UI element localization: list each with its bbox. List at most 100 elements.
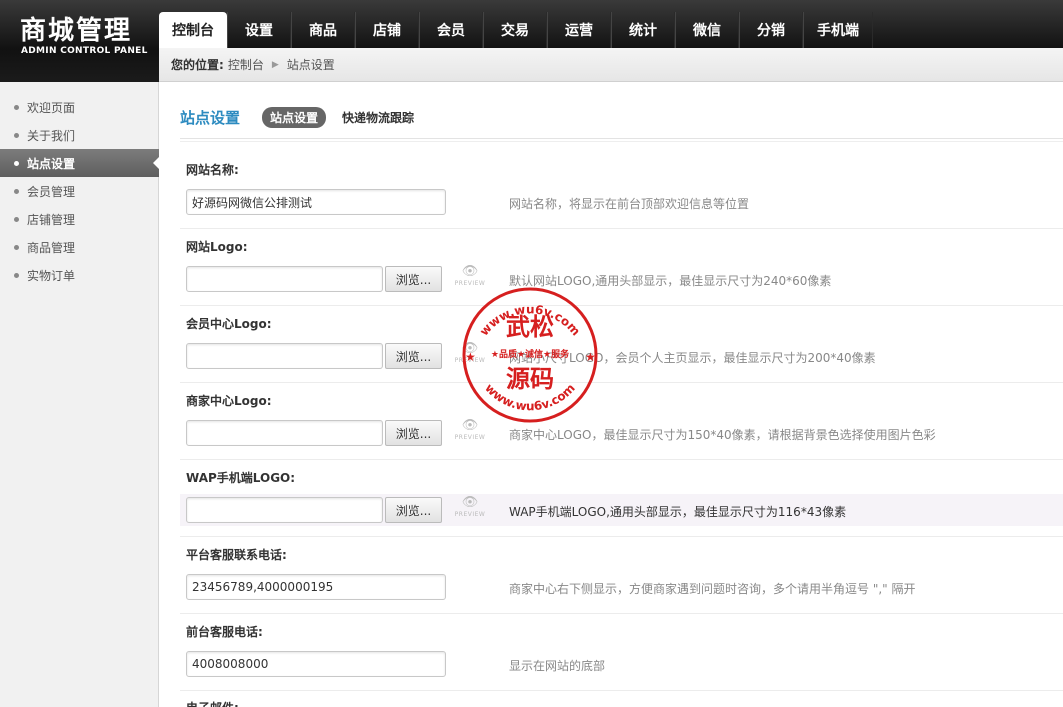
site-logo-file-input[interactable] [186, 266, 383, 292]
eye-icon: 👁 [461, 264, 479, 279]
eye-icon: 👁 [461, 495, 479, 510]
field-platform-phone: 平台客服联系电话: 商家中心右下侧显示，方便商家遇到问题时咨询，多个请用半角逗号… [180, 537, 1063, 614]
active-arrow-icon [153, 156, 160, 170]
field-hint: 网站名称，将显示在前台顶部欢迎信息等位置 [509, 197, 750, 211]
field-member-logo: 会员中心Logo: 浏览... 👁 PREVIEW 网站小尺寸LOGO，会员个人… [180, 306, 1063, 383]
field-wap-logo: WAP手机端LOGO: 浏览... 👁 PREVIEW WAP手机端LOGO,通… [180, 460, 1063, 537]
field-row: 商家中心右下侧显示，方便商家遇到问题时咨询，多个请用半角逗号 "," 隔开 [180, 571, 1063, 603]
nav-tab-trade[interactable]: 交易 [483, 12, 547, 48]
browse-button[interactable]: 浏览... [385, 266, 442, 292]
field-row: 浏览... 👁 PREVIEW WAP手机端LOGO,通用头部显示，最佳显示尺寸… [180, 494, 1063, 526]
nav-tab-wechat[interactable]: 微信 [675, 12, 739, 48]
field-hint: 默认网站LOGO,通用头部显示，最佳显示尺寸为240*60像素 [509, 274, 832, 288]
bullet-icon [14, 104, 19, 110]
preview-label: PREVIEW [454, 434, 486, 441]
sidebar-item-label: 店铺管理 [27, 212, 76, 227]
breadcrumb-item-site-settings: 站点设置 [286, 58, 335, 72]
field-label-email: 电子邮件: [186, 699, 239, 707]
field-seller-logo: 商家中心Logo: 浏览... 👁 PREVIEW 商家中心LOGO，最佳显示尺… [180, 383, 1063, 460]
breadcrumb-label: 您的位置: [171, 58, 224, 72]
nav-tab-distribution[interactable]: 分销 [739, 12, 803, 48]
nav-tab-members[interactable]: 会员 [419, 12, 483, 48]
field-hint: 商家中心右下侧显示，方便商家遇到问题时咨询，多个请用半角逗号 "," 隔开 [509, 582, 916, 596]
field-row: 浏览... 👁 PREVIEW 商家中心LOGO，最佳显示尺寸为150*40像素… [180, 417, 1063, 449]
tab-express-tracking[interactable]: 快递物流跟踪 [334, 107, 422, 128]
sidebar-item-welcome[interactable]: 欢迎页面 [0, 93, 159, 121]
logo-subtitle: ADMIN CONTROL PANEL [21, 46, 148, 56]
bullet-icon [14, 188, 19, 194]
field-row: 网站名称，将显示在前台顶部欢迎信息等位置 [180, 186, 1063, 218]
site-name-input[interactable] [186, 189, 446, 215]
browse-button[interactable]: 浏览... [385, 420, 442, 446]
sidebar-item-physical-orders[interactable]: 实物订单 [0, 261, 159, 289]
sidebar-item-label: 商品管理 [27, 240, 76, 255]
field-label: 会员中心Logo: [186, 317, 272, 331]
nav-tab-mobile[interactable]: 手机端 [803, 12, 873, 48]
field-label: 平台客服联系电话: [186, 548, 287, 562]
field-row: 浏览... 👁 PREVIEW 网站小尺寸LOGO，会员个人主页显示，最佳显示尺… [180, 340, 1063, 372]
page-title: 站点设置 [180, 108, 241, 127]
main-content: 站点设置 站点设置 快递物流跟踪 网站名称: 网站名称，将显示在前台顶部欢迎信息… [160, 82, 1063, 707]
member-logo-file-input[interactable] [186, 343, 383, 369]
sidebar: 欢迎页面 关于我们 站点设置 会员管理 店铺管理 商品管理 实物订单 [0, 82, 160, 707]
nav-tab-stores[interactable]: 店铺 [355, 12, 419, 48]
breadcrumb: 您的位置: 控制台 ▶ 站点设置 [159, 48, 1063, 82]
bullet-icon [14, 132, 19, 138]
logo: 商城管理 ADMIN CONTROL PANEL [0, 0, 158, 82]
bullet-icon [14, 244, 19, 250]
sidebar-item-stores[interactable]: 店铺管理 [0, 205, 159, 233]
field-label: WAP手机端LOGO: [186, 471, 296, 485]
preview-icon[interactable]: 👁 PREVIEW [454, 418, 486, 445]
nav-tab-operations[interactable]: 运营 [547, 12, 611, 48]
field-hint: WAP手机端LOGO,通用头部显示，最佳显示尺寸为116*43像素 [509, 505, 847, 519]
sidebar-item-site-settings[interactable]: 站点设置 [0, 149, 160, 177]
sidebar-item-label: 站点设置 [27, 156, 76, 171]
bullet-icon [14, 216, 19, 222]
sidebar-item-label: 实物订单 [27, 268, 76, 283]
preview-icon[interactable]: 👁 PREVIEW [454, 495, 486, 522]
field-site-logo: 网站Logo: 浏览... 👁 PREVIEW 默认网站LOGO,通用头部显示，… [180, 229, 1063, 306]
main-nav: 控制台 设置 商品 店铺 会员 交易 运营 统计 微信 分销 手机端 [159, 12, 873, 48]
frontend-phone-input[interactable] [186, 651, 446, 677]
sidebar-item-label: 关于我们 [27, 128, 76, 143]
preview-icon[interactable]: 👁 PREVIEW [455, 264, 485, 291]
wap-logo-file-input[interactable] [186, 497, 383, 523]
sidebar-item-goods[interactable]: 商品管理 [0, 233, 159, 261]
field-label: 前台客服电话: [186, 625, 263, 639]
browse-button[interactable]: 浏览... [385, 497, 442, 523]
field-site-name: 网站名称: 网站名称，将显示在前台顶部欢迎信息等位置 [180, 152, 1063, 229]
sidebar-item-label: 会员管理 [27, 184, 76, 199]
field-row: 显示在网站的底部 [180, 648, 1063, 680]
eye-icon: 👁 [461, 341, 479, 356]
sidebar-item-about[interactable]: 关于我们 [0, 121, 159, 149]
eye-icon: 👁 [461, 418, 479, 433]
bullet-icon [14, 160, 19, 166]
tab-site-settings[interactable]: 站点设置 [262, 106, 327, 128]
nav-tab-goods[interactable]: 商品 [291, 12, 355, 48]
bullet-icon [14, 272, 19, 278]
sidebar-item-label: 欢迎页面 [27, 100, 76, 115]
nav-tab-stats[interactable]: 统计 [611, 12, 675, 48]
nav-tab-console[interactable]: 控制台 [159, 12, 227, 48]
preview-label: PREVIEW [454, 357, 486, 364]
platform-phone-input[interactable] [186, 574, 446, 600]
field-label: 网站Logo: [186, 240, 248, 254]
field-hint: 显示在网站的底部 [509, 659, 606, 673]
divider [180, 138, 1063, 142]
title-row: 站点设置 站点设置 快递物流跟踪 [180, 104, 430, 130]
nav-tab-settings[interactable]: 设置 [227, 12, 291, 48]
field-row: 浏览... 👁 PREVIEW 默认网站LOGO,通用头部显示，最佳显示尺寸为2… [180, 263, 1063, 295]
seller-logo-file-input[interactable] [186, 420, 383, 446]
field-label: 商家中心Logo: [186, 394, 272, 408]
sidebar-item-members[interactable]: 会员管理 [0, 177, 159, 205]
browse-button[interactable]: 浏览... [385, 343, 442, 369]
field-frontend-phone: 前台客服电话: 显示在网站的底部 [180, 614, 1063, 691]
preview-icon[interactable]: 👁 PREVIEW [454, 341, 486, 368]
breadcrumb-item-console[interactable]: 控制台 [228, 56, 264, 73]
field-hint: 商家中心LOGO，最佳显示尺寸为150*40像素，请根据背景色选择使用图片色彩 [509, 428, 936, 442]
field-hint: 网站小尺寸LOGO，会员个人主页显示，最佳显示尺寸为200*40像素 [509, 351, 876, 365]
breadcrumb-separator-icon: ▶ [271, 59, 279, 70]
preview-label: PREVIEW [454, 511, 486, 518]
field-label: 网站名称: [186, 163, 239, 177]
logo-title: 商城管理 [20, 16, 133, 46]
